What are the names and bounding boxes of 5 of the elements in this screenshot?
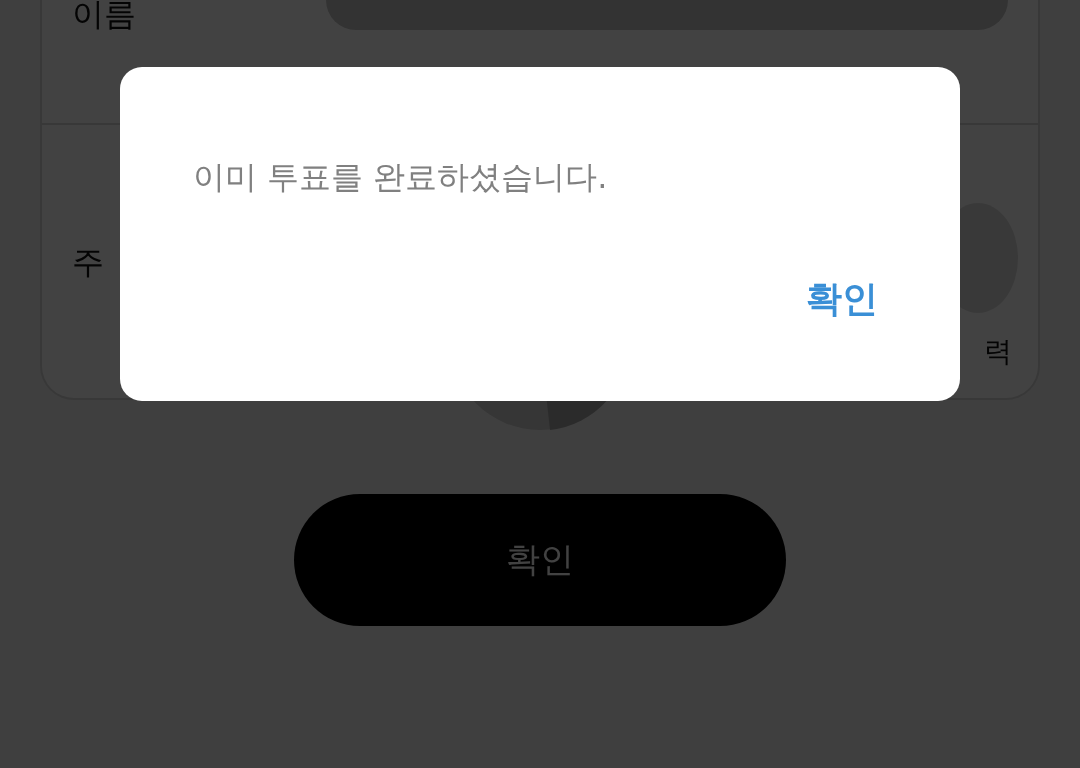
dialog-message: 이미 투표를 완료하셨습니다. [193, 157, 609, 197]
ok-button[interactable]: 확인 [804, 275, 880, 324]
field-label: 주 [72, 243, 104, 280]
caption-text: 력 [984, 333, 1012, 370]
field-label: 이름 [72, 0, 136, 32]
